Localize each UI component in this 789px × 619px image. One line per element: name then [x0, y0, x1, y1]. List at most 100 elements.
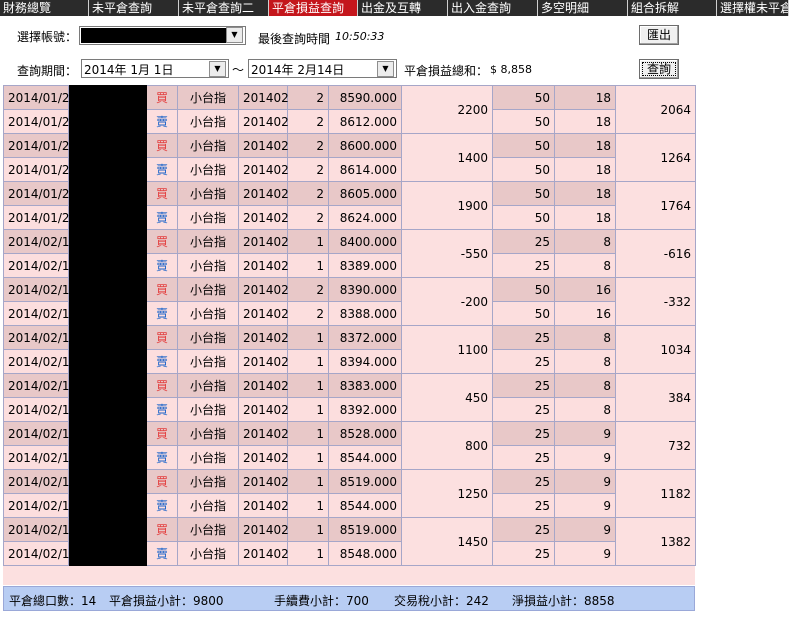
account-cell-redacted: [68, 373, 147, 398]
price-cell: 8544.000: [328, 445, 402, 470]
pnl-cell: 1400: [401, 133, 493, 182]
summary-footer: 平倉總口數：14 平倉損益小計：9800 手續費小計：700 交易稅小計：242…: [3, 586, 695, 611]
account-cell-redacted: [68, 229, 147, 254]
quantity-cell: 1: [287, 397, 329, 422]
contract-month-cell: 201402: [238, 157, 289, 182]
table-row[interactable]: 2014/02/14 賣小台指 201402 1 8544.000 25 9: [3, 493, 696, 518]
table-row[interactable]: 2014/02/14 買小台指 201402 1 8519.000 1250 25 9 1182: [3, 469, 696, 518]
table-row[interactable]: 2014/02/14 賣小台指 201402 1 8548.000 25 9: [3, 541, 696, 566]
quantity-cell: 1: [287, 229, 329, 254]
tab-open-positions-2[interactable]: 未平倉查詢二: [179, 0, 269, 16]
price-cell: 8605.000: [328, 181, 402, 206]
tab-financial-overview[interactable]: 財務總覽: [0, 0, 89, 16]
tab-open-positions[interactable]: 未平倉查詢: [89, 0, 179, 16]
quantity-cell: 1: [287, 493, 329, 518]
side-cell: 賣: [146, 493, 178, 518]
tab-long-short-detail[interactable]: 多空明細: [538, 0, 628, 16]
side-cell: 賣: [146, 109, 178, 134]
tab-options-open[interactable]: 選擇權未平倉: [717, 0, 789, 16]
tab-deposit-query[interactable]: 出入金查詢: [448, 0, 538, 16]
fee-cell: 50: [492, 277, 555, 302]
account-cell-redacted: [68, 445, 147, 470]
export-button[interactable]: 匯出: [639, 25, 679, 45]
date-cell: 2014/01/24: [3, 133, 77, 158]
table-row[interactable]: 2014/02/10 買小台指 201402 2 8390.000 -200 50 16 -33…: [3, 277, 696, 326]
tax-cell: 16: [554, 277, 616, 302]
price-cell: 8394.000: [328, 349, 402, 374]
table-row[interactable]: 2014/02/14 買小台指 201402 1 8528.000 800 25 9 732: [3, 421, 696, 470]
date-cell: 2014/02/14: [3, 421, 77, 446]
chevron-down-icon[interactable]: ▼: [226, 27, 243, 43]
tab-closed-pnl[interactable]: 平倉損益查詢: [269, 0, 358, 16]
quantity-cell: 1: [287, 325, 329, 350]
table-row[interactable]: 2014/02/10 賣小台指 201402 2 8388.000 50 16: [3, 301, 696, 326]
account-select[interactable]: ▼: [79, 26, 246, 45]
date-from-picker[interactable]: 2014年 1月 1日 ▼: [81, 59, 229, 78]
table-row[interactable]: 2014/02/11 買小台指 201402 1 8383.000 450 25 8 384: [3, 373, 696, 422]
price-cell: 8519.000: [328, 469, 402, 494]
date-cell: 2014/02/10: [3, 229, 77, 254]
price-cell: 8600.000: [328, 133, 402, 158]
tab-combo-split[interactable]: 組合拆解: [628, 0, 717, 16]
query-button[interactable]: 查詢: [639, 59, 679, 79]
fee-cell: 25: [492, 253, 555, 278]
chevron-down-icon[interactable]: ▼: [377, 61, 394, 77]
date-cell: 2014/01/24: [3, 85, 77, 110]
pnl-cell: 1100: [401, 325, 493, 374]
table-row[interactable]: 2014/01/24 買小台指 201402 2 8605.000 1900 50 18 176…: [3, 181, 696, 230]
table-row[interactable]: 2014/02/11 賣小台指 201402 1 8392.000 25 8: [3, 397, 696, 422]
contract-month-cell: 201402: [238, 397, 289, 422]
tab-withdraw-transfer[interactable]: 出金及互轉: [358, 0, 448, 16]
price-cell: 8390.000: [328, 277, 402, 302]
contract-month-cell: 201402: [238, 325, 289, 350]
contract-month-cell: 201402: [238, 181, 289, 206]
price-cell: 8519.000: [328, 517, 402, 542]
tax-cell: 9: [554, 517, 616, 542]
price-cell: 8388.000: [328, 301, 402, 326]
date-cell: 2014/01/24: [3, 157, 77, 182]
table-row[interactable]: 2014/02/14 買小台指 201402 1 8519.000 1450 25 9 1382: [3, 517, 696, 566]
table-row[interactable]: 2014/01/24 買小台指 201402 2 8590.000 2200 50 18 206…: [3, 85, 696, 134]
date-cell: 2014/02/10: [3, 301, 77, 326]
table-row[interactable]: 2014/02/11 買小台指 201402 1 8372.000 1100 25 8 1034: [3, 325, 696, 374]
table-row[interactable]: 2014/01/24 賣小台指 201402 2 8624.000 50 18: [3, 205, 696, 230]
table-row[interactable]: 2014/01/24 賣小台指 201402 2 8612.000 50 18: [3, 109, 696, 134]
table-row[interactable]: 2014/01/24 買小台指 201402 2 8600.000 1400 50 18 126…: [3, 133, 696, 182]
fee-cell: 50: [492, 109, 555, 134]
quantity-cell: 1: [287, 541, 329, 566]
product-cell: 小台指: [177, 325, 239, 350]
account-cell-redacted: [68, 85, 147, 110]
last-query-label: 最後查詢時間: [258, 32, 331, 46]
contract-month-cell: 201402: [238, 253, 289, 278]
contract-month-cell: 201402: [238, 541, 289, 566]
fee-cell: 25: [492, 397, 555, 422]
tax-cell: 16: [554, 301, 616, 326]
date-to-value: 2014年 2月14日: [251, 63, 345, 77]
quantity-cell: 1: [287, 445, 329, 470]
table-row[interactable]: 2014/02/10 賣小台指 201402 1 8389.000 25 8: [3, 253, 696, 278]
product-cell: 小台指: [177, 421, 239, 446]
table-row[interactable]: 2014/02/14 賣小台指 201402 1 8544.000 25 9: [3, 445, 696, 470]
price-cell: 8383.000: [328, 373, 402, 398]
account-redacted: [81, 28, 226, 43]
chevron-down-icon[interactable]: ▼: [209, 61, 226, 77]
table-row[interactable]: 2014/01/24 賣小台指 201402 2 8614.000 50 18: [3, 157, 696, 182]
fee-cell: 25: [492, 325, 555, 350]
pnl-cell: -200: [401, 277, 493, 326]
product-cell: 小台指: [177, 157, 239, 182]
price-cell: 8372.000: [328, 325, 402, 350]
product-cell: 小台指: [177, 205, 239, 230]
period-label: 查詢期間：: [17, 64, 78, 78]
date-to-picker[interactable]: 2014年 2月14日 ▼: [248, 59, 397, 78]
side-cell: 買: [146, 421, 178, 446]
side-cell: 買: [146, 373, 178, 398]
fee-subtotal: 手續費小計：700: [274, 594, 369, 608]
price-cell: 8400.000: [328, 229, 402, 254]
contract-month-cell: 201402: [238, 445, 289, 470]
date-from-value: 2014年 1月 1日: [84, 63, 174, 77]
table-row[interactable]: 2014/02/11 賣小台指 201402 1 8394.000 25 8: [3, 349, 696, 374]
side-cell: 買: [146, 229, 178, 254]
account-cell-redacted: [68, 541, 147, 566]
account-cell-redacted: [68, 181, 147, 206]
table-row[interactable]: 2014/02/10 買小台指 201402 1 8400.000 -550 25 8 -616: [3, 229, 696, 278]
